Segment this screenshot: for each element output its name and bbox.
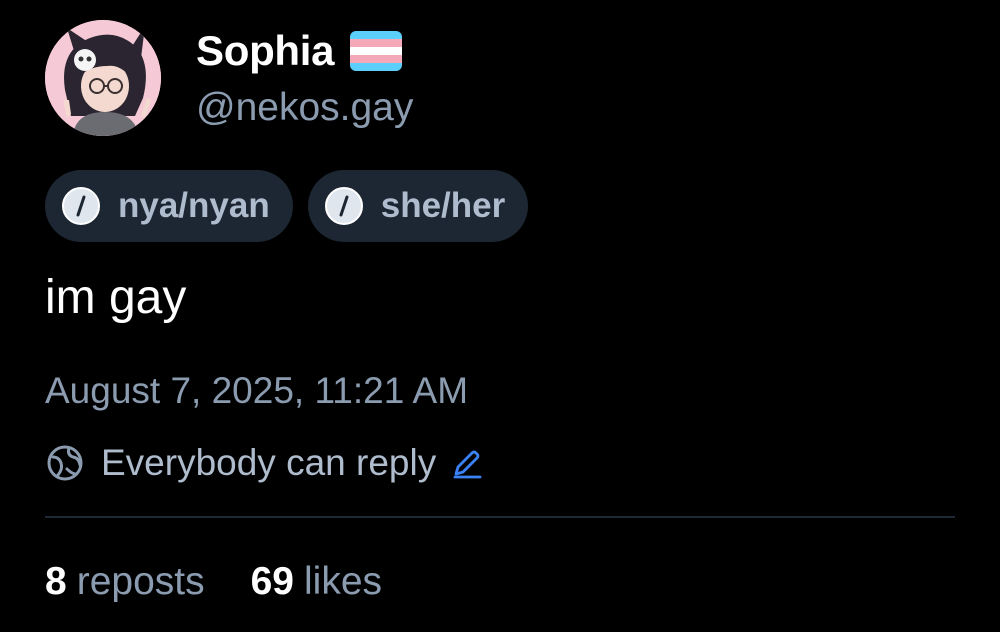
divider bbox=[45, 516, 955, 518]
transgender-flag-icon bbox=[350, 31, 403, 71]
slash-circle-icon bbox=[324, 187, 363, 225]
likes-count: 69 bbox=[250, 560, 294, 603]
avatar[interactable] bbox=[45, 20, 161, 136]
likes-stat[interactable]: 69 likes bbox=[251, 560, 382, 604]
reposts-count: 8 bbox=[45, 560, 67, 603]
pronoun-pills: nya/nyan she/her bbox=[45, 170, 529, 242]
display-name[interactable]: Sophia bbox=[196, 27, 335, 75]
post-detail: Sophia @nekos.gay nya/nyan she/her im ga… bbox=[0, 0, 1000, 632]
reposts-stat[interactable]: 8 reposts bbox=[45, 560, 205, 604]
pronoun-pill-she-her[interactable]: she/her bbox=[307, 170, 529, 242]
post-timestamp: August 7, 2025, 11:21 AM bbox=[45, 370, 469, 411]
display-name-row: Sophia bbox=[196, 26, 403, 76]
reply-settings[interactable]: Everybody can reply bbox=[45, 440, 484, 486]
pronoun-label: she/her bbox=[380, 186, 506, 225]
pencil-icon[interactable] bbox=[450, 446, 484, 480]
slash-circle-icon bbox=[62, 187, 100, 225]
post-text: im gay bbox=[45, 271, 187, 324]
reply-settings-label: Everybody can reply bbox=[101, 442, 437, 483]
likes-label: likes bbox=[304, 560, 383, 603]
avatar-image bbox=[45, 20, 161, 136]
pronoun-label: nya/nyan bbox=[118, 186, 270, 225]
reposts-label: reposts bbox=[76, 560, 205, 603]
handle[interactable]: @nekos.gay bbox=[196, 86, 413, 130]
post-stats: 8 reposts 69 likes bbox=[45, 560, 428, 604]
globe-icon bbox=[47, 445, 83, 481]
pronoun-pill-nya-nyan[interactable]: nya/nyan bbox=[45, 170, 293, 242]
